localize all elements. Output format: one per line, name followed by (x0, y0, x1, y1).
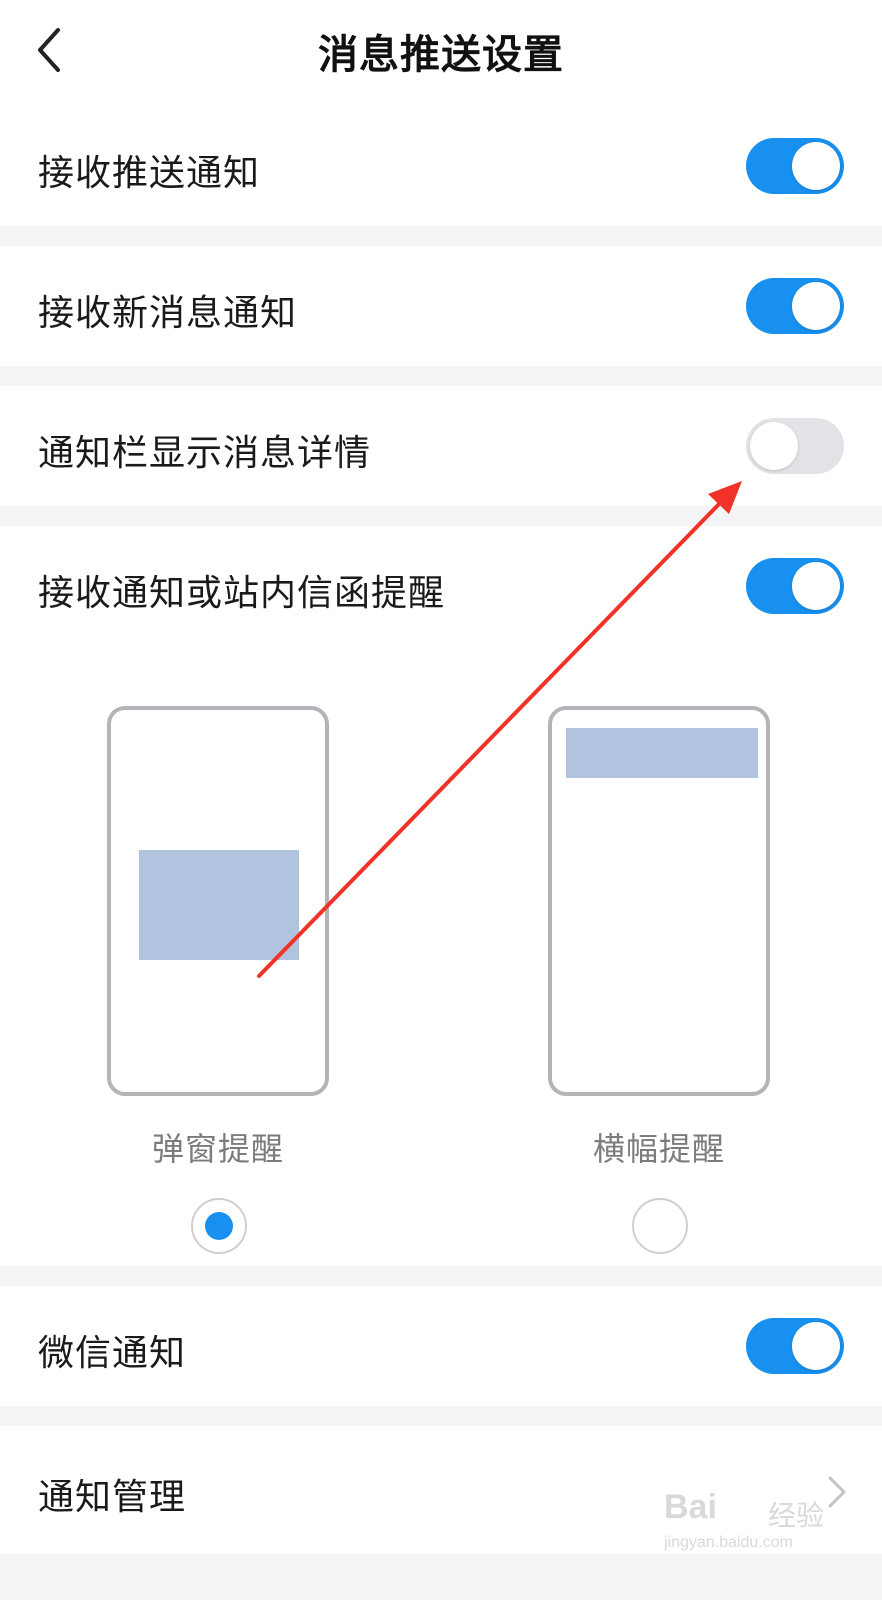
show-details-toggle[interactable] (746, 418, 844, 474)
setting-label: 接收新消息通知 (38, 293, 298, 334)
popup-radio[interactable] (191, 1198, 247, 1254)
push-notification-toggle[interactable] (746, 138, 844, 194)
watermark-url: jingyan.baidu.com (664, 1534, 793, 1551)
radio-selected-dot (205, 1212, 233, 1240)
banner-radio[interactable] (632, 1198, 688, 1254)
toggle-knob (792, 1322, 840, 1370)
banner-sample-rect (566, 728, 758, 778)
setting-row-new-message: 接收新消息通知 (0, 246, 882, 366)
wechat-toggle[interactable] (746, 1318, 844, 1374)
watermark-logo: Bai (664, 1488, 717, 1526)
setting-label: 接收通知或站内信函提醒 (38, 573, 446, 614)
setting-row-push-notification: 接收推送通知 (0, 106, 882, 226)
setting-section-station-letter: 接收通知或站内信函提醒 弹窗提醒 横幅提醒 (0, 526, 882, 1266)
new-message-toggle[interactable] (746, 278, 844, 334)
station-letter-toggle[interactable] (746, 558, 844, 614)
toggle-knob (792, 282, 840, 330)
watermark-text: 经验 (768, 1499, 825, 1532)
setting-label: 接收推送通知 (38, 153, 261, 194)
popup-preview[interactable] (107, 706, 329, 1096)
setting-row-show-details: 通知栏显示消息详情 (0, 386, 882, 506)
setting-row-wechat: 微信通知 (0, 1286, 882, 1406)
page-title: 消息推送设置 (318, 32, 564, 78)
toggle-knob (750, 422, 798, 470)
popup-option-label: 弹窗提醒 (151, 1130, 284, 1168)
header-bar: 消息推送设置 (0, 0, 882, 107)
banner-option-label: 横幅提醒 (592, 1130, 725, 1168)
toggle-knob (792, 142, 840, 190)
setting-label: 通知栏显示消息详情 (38, 433, 372, 474)
toggle-knob (792, 562, 840, 610)
setting-label: 通知管理 (38, 1477, 187, 1518)
setting-label: 微信通知 (38, 1333, 187, 1374)
popup-sample-rect (139, 850, 299, 960)
banner-preview[interactable] (548, 706, 770, 1096)
baidu-jingyan-watermark: Bai 经验 jingyan.baidu.com (664, 1484, 864, 1564)
